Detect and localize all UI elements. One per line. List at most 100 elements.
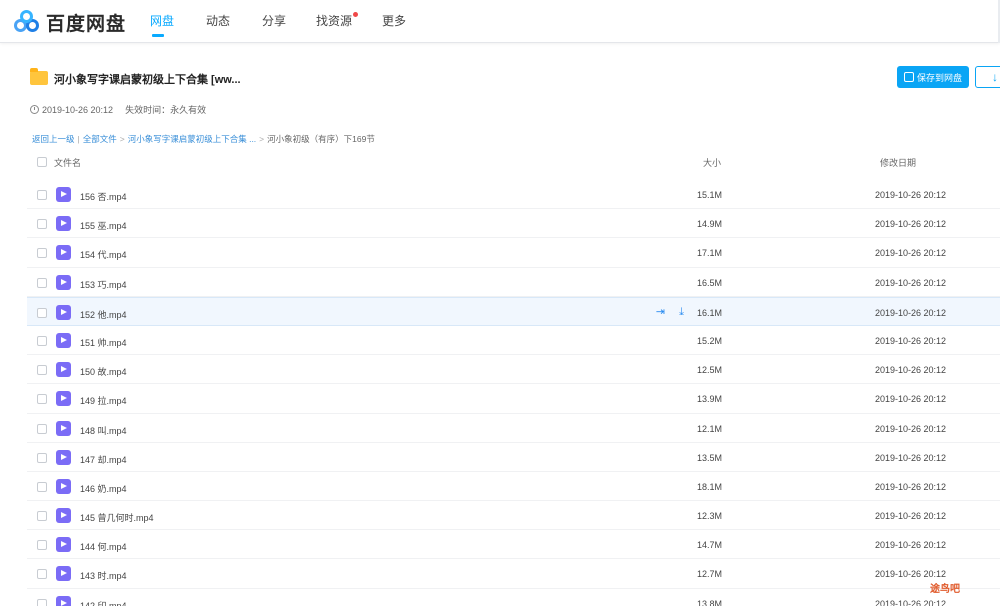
row-checkbox[interactable] xyxy=(37,481,47,492)
table-row[interactable]: 143 时.mp4 12.7M 2019-10-26 20:12 xyxy=(27,559,1000,589)
row-checkbox[interactable] xyxy=(37,307,47,318)
share-expire-time: 失效时间：永久有效 xyxy=(125,105,207,115)
file-size: 16.5M xyxy=(697,277,723,288)
row-checkbox[interactable] xyxy=(37,335,47,346)
file-name[interactable]: 150 故.mp4 xyxy=(80,365,127,378)
file-size: 14.7M xyxy=(697,540,723,551)
file-name[interactable]: 152 他.mp4 xyxy=(80,308,127,321)
nav-feed[interactable]: 动态 xyxy=(190,0,246,43)
file-name[interactable]: 146 奶.mp4 xyxy=(80,482,127,495)
breadcrumb-separator: > xyxy=(259,134,265,144)
video-file-icon xyxy=(56,274,71,290)
file-list: 156 否.mp4 15.1M 2019-10-26 20:12 155 巫.mp4 1… xyxy=(27,180,1000,606)
row-checkbox[interactable] xyxy=(37,365,47,376)
video-file-icon xyxy=(56,216,71,232)
file-list-header: 文件名 大小 修改日期 xyxy=(27,152,1000,172)
file-size: 13.8M xyxy=(697,598,723,606)
table-row[interactable]: 148 叫.mp4 12.1M 2019-10-26 20:12 xyxy=(27,414,1000,443)
video-file-icon xyxy=(56,245,71,261)
select-all-checkbox[interactable] xyxy=(37,157,47,167)
row-checkbox[interactable] xyxy=(37,452,47,463)
share-title: 河小象写字课启蒙初级上下合集 [ww... xyxy=(54,74,241,86)
breadcrumb: 返回上一级 | 全部文件 > 河小象写字课启蒙初级上下合集 ... > 河小象初级（有序）下… xyxy=(32,133,375,145)
column-header-date[interactable]: 修改日期 xyxy=(880,156,916,169)
video-file-icon xyxy=(56,478,71,494)
file-date: 2019-10-26 20:12 xyxy=(875,394,947,405)
file-size: 14.9M xyxy=(697,219,723,230)
file-name[interactable]: 151 帅.mp4 xyxy=(80,336,127,349)
file-date: 2019-10-26 20:12 xyxy=(875,365,947,376)
table-row[interactable]: 147 却.mp4 13.5M 2019-10-26 20:12 xyxy=(27,443,1000,472)
file-name[interactable]: 156 否.mp4 xyxy=(80,190,127,203)
file-name[interactable]: 154 代.mp4 xyxy=(80,248,127,261)
table-row[interactable]: 150 故.mp4 12.5M 2019-10-26 20:12 xyxy=(27,355,1000,385)
row-checkbox[interactable] xyxy=(37,569,47,580)
file-name[interactable]: 148 叫.mp4 xyxy=(80,424,127,437)
nav-netdisk[interactable]: 网盘 xyxy=(134,0,190,43)
file-size: 16.1M xyxy=(697,307,723,318)
row-checkbox[interactable] xyxy=(37,277,47,288)
table-row[interactable]: 151 帅.mp4 15.2M 2019-10-26 20:12 xyxy=(27,326,1000,356)
row-checkbox[interactable] xyxy=(37,190,47,200)
nav-find-resources[interactable]: 找资源 xyxy=(302,0,366,43)
video-file-icon xyxy=(56,304,71,320)
row-actions: ⇥ ⤓ xyxy=(654,306,688,319)
file-name[interactable]: 145 曾几何时.mp4 xyxy=(80,511,154,524)
row-checkbox[interactable] xyxy=(37,511,47,522)
column-header-name[interactable]: 文件名 xyxy=(54,156,81,169)
file-name[interactable]: 153 巧.mp4 xyxy=(80,278,127,291)
cloud-logo-icon xyxy=(14,10,42,34)
file-size: 17.1M xyxy=(697,248,723,259)
breadcrumb-back[interactable]: 返回上一级 xyxy=(32,134,75,144)
table-row[interactable]: 152 他.mp4 ⇥ ⤓ 16.1M 2019-10-26 20:12 xyxy=(27,296,1000,326)
save-row-icon[interactable]: ⇥ xyxy=(654,306,667,319)
file-size: 12.1M xyxy=(697,423,723,434)
main-nav: 网盘 动态 分享 找资源 更多 xyxy=(134,0,422,43)
video-file-icon xyxy=(56,566,71,582)
file-name[interactable]: 144 何.mp4 xyxy=(80,540,127,553)
file-date: 2019-10-26 20:12 xyxy=(875,452,947,463)
table-row[interactable]: 142 印.mp4 13.8M 2019-10-26 20:12 xyxy=(27,589,1000,606)
save-icon xyxy=(903,72,914,82)
file-date: 2019-10-26 20:12 xyxy=(875,569,947,580)
row-checkbox[interactable] xyxy=(37,540,47,551)
table-row[interactable]: 145 曾几何时.mp4 12.3M 2019-10-26 20:12 xyxy=(27,501,1000,531)
row-checkbox[interactable] xyxy=(37,423,47,434)
row-checkbox[interactable] xyxy=(37,598,47,606)
clock-icon xyxy=(30,105,39,114)
download-button[interactable]: ↓ xyxy=(975,66,1000,88)
file-date: 2019-10-26 20:12 xyxy=(875,190,947,200)
table-row[interactable]: 146 奶.mp4 18.1M 2019-10-26 20:12 xyxy=(27,472,1000,502)
file-date: 2019-10-26 20:12 xyxy=(875,335,947,346)
row-checkbox[interactable] xyxy=(37,248,47,259)
table-row[interactable]: 149 拉.mp4 13.9M 2019-10-26 20:12 xyxy=(27,384,1000,414)
save-to-netdisk-button[interactable]: 保存到网盘 xyxy=(897,66,969,88)
baidu-netdisk-logo[interactable]: 百度网盘 xyxy=(14,9,126,35)
nav-share[interactable]: 分享 xyxy=(246,0,302,43)
share-created-time: 2019-10-26 20:12 xyxy=(42,104,114,115)
breadcrumb-folder[interactable]: 河小象写字课启蒙初级上下合集 ... xyxy=(128,134,256,144)
table-row[interactable]: 144 何.mp4 14.7M 2019-10-26 20:12 xyxy=(27,530,1000,560)
download-row-icon[interactable]: ⤓ xyxy=(675,306,688,319)
table-row[interactable]: 156 否.mp4 15.1M 2019-10-26 20:12 xyxy=(27,180,1000,210)
column-header-size[interactable]: 大小 xyxy=(703,156,721,169)
file-name[interactable]: 155 巫.mp4 xyxy=(80,219,127,232)
file-name[interactable]: 143 时.mp4 xyxy=(80,569,127,582)
nav-more[interactable]: 更多 xyxy=(366,0,422,43)
table-row[interactable]: 154 代.mp4 17.1M 2019-10-26 20:12 xyxy=(27,238,1000,268)
file-date: 2019-10-26 20:12 xyxy=(875,307,947,318)
top-bar: 百度网盘 网盘 动态 分享 找资源 更多 xyxy=(0,0,1000,43)
nav-find-resources-label: 找资源 xyxy=(315,14,352,28)
share-meta: 2019-10-26 20:12 失效时间：永久有效 xyxy=(30,103,206,116)
file-name[interactable]: 147 却.mp4 xyxy=(80,453,127,466)
file-name[interactable]: 149 拉.mp4 xyxy=(80,394,127,407)
table-row[interactable]: 153 巧.mp4 16.5M 2019-10-26 20:12 xyxy=(27,268,1000,297)
file-name[interactable]: 142 印.mp4 xyxy=(80,599,127,606)
breadcrumb-current: 河小象初级（有序）下169节 xyxy=(267,134,375,144)
row-checkbox[interactable] xyxy=(37,394,47,405)
file-date: 2019-10-26 20:12 xyxy=(875,423,947,434)
breadcrumb-all-files[interactable]: 全部文件 xyxy=(83,134,117,144)
table-row[interactable]: 155 巫.mp4 14.9M 2019-10-26 20:12 xyxy=(27,209,1000,239)
breadcrumb-separator: > xyxy=(119,134,125,144)
row-checkbox[interactable] xyxy=(37,219,47,230)
